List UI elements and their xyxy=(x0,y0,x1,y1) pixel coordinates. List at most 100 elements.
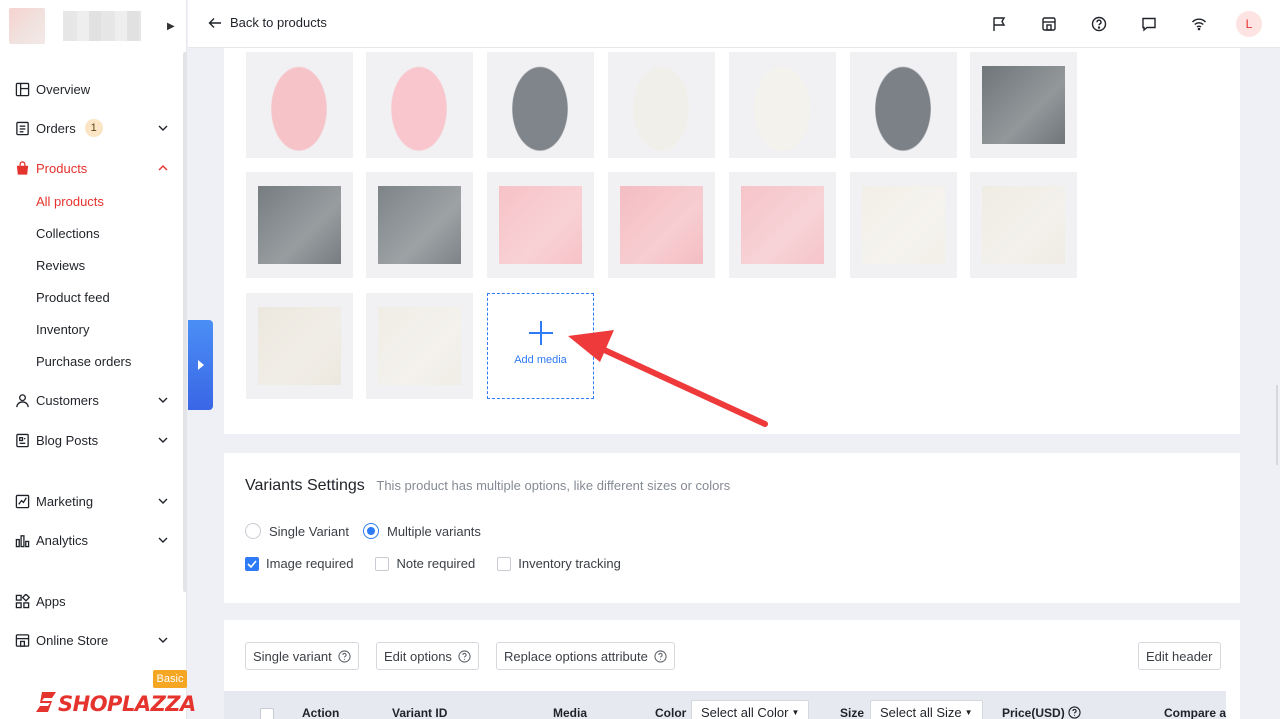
store-name-blurred xyxy=(63,11,141,41)
product-media-thumbnail[interactable] xyxy=(487,52,594,158)
product-media-thumbnail[interactable] xyxy=(970,52,1077,158)
help-icon[interactable] xyxy=(1068,706,1081,719)
storefront-icon[interactable] xyxy=(1036,11,1062,37)
product-media-thumbnail[interactable] xyxy=(850,172,957,278)
page-scrollbar[interactable] xyxy=(1276,385,1278,465)
sidebar-item-orders[interactable]: Orders 1 xyxy=(0,116,183,140)
select-all-color-dropdown[interactable]: Select all Color ▼ xyxy=(691,700,810,719)
sidebar-item-overview[interactable]: Overview xyxy=(0,77,183,101)
sidebar-subitem-collections[interactable]: Collections xyxy=(36,226,100,241)
help-icon[interactable] xyxy=(338,649,351,663)
product-media-thumbnail[interactable] xyxy=(246,293,353,399)
media-card: Add media xyxy=(224,48,1240,434)
inventory-tracking-label: Inventory tracking xyxy=(518,556,621,571)
sidebar-item-products[interactable]: Products xyxy=(0,156,183,180)
product-media-thumbnail[interactable] xyxy=(850,52,957,158)
store-switcher[interactable]: ▶ xyxy=(0,0,186,52)
product-media-thumbnail[interactable] xyxy=(246,52,353,158)
sidebar-subitem-product-feed[interactable]: Product feed xyxy=(36,290,110,305)
help-icon[interactable] xyxy=(1086,11,1112,37)
sidebar-item-blog-posts[interactable]: Blog Posts xyxy=(0,428,183,452)
apps-icon xyxy=(14,593,30,609)
flag-icon[interactable] xyxy=(986,11,1012,37)
product-media-thumbnail[interactable] xyxy=(487,172,594,278)
product-media-thumbnail[interactable] xyxy=(608,52,715,158)
product-image xyxy=(505,56,575,152)
note-required-checkbox[interactable]: Note required xyxy=(375,556,475,571)
select-all-checkbox[interactable] xyxy=(260,708,274,719)
chevron-up-icon[interactable] xyxy=(156,161,170,175)
add-media-label: Add media xyxy=(514,354,567,366)
product-media-thumbnail[interactable] xyxy=(246,172,353,278)
inventory-tracking-checkbox[interactable]: Inventory tracking xyxy=(497,556,621,571)
sidebar-item-online-store[interactable]: Online Store xyxy=(0,628,183,652)
chevron-down-icon[interactable] xyxy=(156,533,170,547)
product-image xyxy=(982,66,1065,144)
sidebar-scrollbar[interactable] xyxy=(183,52,187,592)
sidebar-item-analytics[interactable]: Analytics xyxy=(0,528,183,552)
add-media-button[interactable]: Add media xyxy=(487,293,594,399)
checkbox-unchecked[interactable] xyxy=(375,556,390,571)
back-label: Back to products xyxy=(230,15,327,30)
sidebar-collapse-handle[interactable] xyxy=(188,320,213,410)
edit-options-button[interactable]: Edit options xyxy=(376,642,479,670)
header-media: Media xyxy=(553,706,588,719)
product-image xyxy=(620,186,703,264)
chevron-down-icon[interactable] xyxy=(156,433,170,447)
variant-table-header: Action Variant ID Media Color Select all… xyxy=(224,691,1226,719)
image-required-checkbox[interactable]: Image required xyxy=(245,556,353,571)
product-media-thumbnail[interactable] xyxy=(366,172,473,278)
chat-icon[interactable] xyxy=(1136,11,1162,37)
replace-options-attribute-button[interactable]: Replace options attribute xyxy=(496,642,675,670)
checkbox-checked[interactable] xyxy=(245,556,259,571)
sidebar-item-label: Orders xyxy=(36,120,76,136)
sidebar-subitem-reviews[interactable]: Reviews xyxy=(36,258,85,273)
single-variant-radio[interactable]: Single Variant xyxy=(245,523,349,539)
product-media-thumbnail[interactable] xyxy=(970,172,1077,278)
caret-right-icon: ▶ xyxy=(167,20,175,32)
select-all-size-dropdown[interactable]: Select all Size ▼ xyxy=(870,700,983,719)
radio-checked[interactable] xyxy=(362,523,379,539)
help-icon[interactable] xyxy=(458,649,471,663)
sidebar-item-marketing[interactable]: Marketing xyxy=(0,489,183,513)
product-image xyxy=(982,186,1065,264)
sidebar-item-apps[interactable]: Apps xyxy=(0,589,183,613)
sidebar-subitem-inventory[interactable]: Inventory xyxy=(36,322,89,337)
chevron-down-icon[interactable] xyxy=(156,121,170,135)
product-media-thumbnail[interactable] xyxy=(729,172,836,278)
product-media-thumbnail[interactable] xyxy=(608,172,715,278)
checkbox-unchecked[interactable] xyxy=(497,556,512,571)
chevron-down-icon[interactable] xyxy=(156,633,170,647)
sidebar-item-label: Analytics xyxy=(36,532,89,548)
help-icon[interactable] xyxy=(654,649,667,663)
wifi-icon[interactable] xyxy=(1186,11,1212,37)
product-image xyxy=(862,186,945,264)
edit-options-button-label: Edit options xyxy=(384,648,452,664)
product-media-thumbnail[interactable] xyxy=(366,293,473,399)
sidebar-item-label: Marketing xyxy=(36,493,94,509)
avatar[interactable]: L xyxy=(1236,11,1262,37)
header-compare-at: Compare a xyxy=(1164,706,1227,719)
sidebar-item-label: Blog Posts xyxy=(36,432,99,448)
product-image xyxy=(258,307,341,385)
caret-down-icon: ▼ xyxy=(791,707,800,717)
sidebar-item-customers[interactable]: Customers xyxy=(0,388,183,412)
multiple-variants-radio[interactable]: Multiple variants xyxy=(362,523,481,539)
sidebar-subitem-purchase-orders[interactable]: Purchase orders xyxy=(36,354,131,369)
edit-header-button[interactable]: Edit header xyxy=(1138,642,1221,670)
product-image xyxy=(868,56,938,152)
single-variant-button[interactable]: Single variant xyxy=(245,642,359,670)
chevron-down-icon[interactable] xyxy=(156,393,170,407)
brand-footer: Basic SHOPLAZZA xyxy=(0,670,196,719)
chevron-down-icon[interactable] xyxy=(156,494,170,508)
back-to-products-link[interactable]: Back to products xyxy=(208,15,327,30)
radio-unchecked[interactable] xyxy=(245,523,261,539)
product-media-thumbnail[interactable] xyxy=(729,52,836,158)
edit-header-label: Edit header xyxy=(1146,648,1213,664)
products-icon xyxy=(14,160,30,176)
sidebar-item-label: Customers xyxy=(36,392,99,408)
orders-count-badge: 1 xyxy=(84,119,103,137)
product-media-thumbnail[interactable] xyxy=(366,52,473,158)
sidebar-subitem-all-products[interactable]: All products xyxy=(36,194,104,209)
analytics-icon xyxy=(14,532,30,548)
